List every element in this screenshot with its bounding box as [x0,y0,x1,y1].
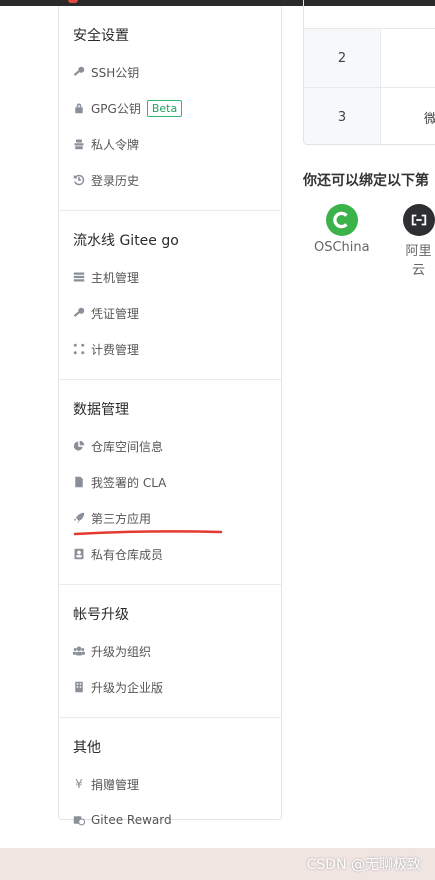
token-icon [73,138,85,150]
sidebar-item-label: 私有仓库成员 [91,547,164,562]
section-data-management: 数据管理 仓库空间信息 我签署的 CLA 第三方应用 私有仓库成员 [59,380,281,585]
reward-icon [73,814,85,826]
sidebar-item-label: 主机管理 [91,270,140,285]
sidebar-item-label: 升级为组织 [91,644,152,659]
sidebar-item-signed-cla[interactable]: 我签署的 CLA [59,464,281,500]
rocket-icon [73,512,85,524]
sidebar-item-label: Gitee Reward [91,813,172,827]
section-title: 其他 [73,740,101,756]
sidebar-item-label: SSH公钥 [91,65,140,80]
app-name: OSChina [314,240,370,255]
table-row: 3 微 [304,87,435,144]
beta-badge: Beta [146,99,183,117]
csdn-watermark: CSDN @无聊极致 [306,857,421,873]
lock-icon [73,102,85,114]
section-title: 安全设置 [73,28,129,44]
nav-accent-mark [68,0,78,3]
sidebar-item-host-management[interactable]: 主机管理 [59,259,281,295]
section-title: 流水线 Gitee go [73,233,179,249]
sidebar-item-login-history[interactable]: 登录历史 [59,162,281,198]
building-icon [73,681,85,693]
section-account-upgrade: 帐号升级 升级为组织 升级为企业版 [59,585,281,718]
users-icon [73,645,85,657]
sidebar-item-label: GPG公钥 [91,101,141,116]
sidebar-item-gpg-key[interactable]: GPG公钥 Beta [59,90,281,126]
key-icon [73,307,85,319]
sidebar-item-label: 捐赠管理 [91,777,140,792]
sidebar-item-donation-management[interactable]: ¥ 捐赠管理 [59,766,281,802]
section-pipeline: 流水线 Gitee go 主机管理 凭证管理 计费管理 [59,211,281,380]
table-row: 2 [304,28,435,87]
sidebar-item-label: 私人令牌 [91,137,140,152]
key-icon [73,66,85,78]
app-name: 阿里云 [405,244,432,278]
settings-sidebar: 安全设置 SSH公钥 GPG公钥 Beta 私人令牌 登录历史 流水线 Gite… [58,6,282,827]
sidebar-item-ssh-key[interactable]: SSH公钥 [59,54,281,90]
section-title: 帐号升级 [73,607,129,623]
sidebar-item-repo-space[interactable]: 仓库空间信息 [59,428,281,464]
sidebar-item-upgrade-enterprise[interactable]: 升级为企业版 [59,669,281,705]
yen-icon: ¥ [75,777,83,791]
sidebar-item-gitee-reward[interactable]: Gitee Reward [59,802,281,838]
sidebar-item-label: 登录历史 [91,173,140,188]
sidebar-item-third-party-apps[interactable]: 第三方应用 [59,500,281,536]
aliyun-logo-icon [402,204,435,236]
sidebar-item-private-repo-members[interactable]: 私有仓库成员 [59,536,281,572]
sidebar-item-label: 我签署的 CLA [91,475,167,490]
sidebar-item-label: 升级为企业版 [91,680,164,695]
row-number: 2 [304,29,381,87]
sidebar-item-label: 计费管理 [91,342,140,357]
bind-app-oschina[interactable]: OSChina [314,204,370,255]
nodes-icon [73,343,85,355]
bound-accounts-table: 2 3 微 [303,0,435,145]
section-security: 安全设置 SSH公钥 GPG公钥 Beta 私人令牌 登录历史 [59,6,281,211]
server-icon [73,271,85,283]
file-icon [73,476,85,488]
section-title: 数据管理 [73,402,129,418]
row-number: 3 [304,88,381,144]
sidebar-item-personal-token[interactable]: 私人令牌 [59,126,281,162]
contact-icon [73,548,85,560]
section-other: 其他 ¥ 捐赠管理 Gitee Reward [59,718,281,850]
pie-icon [73,440,85,452]
oschina-logo-icon [325,204,358,236]
sidebar-item-credential-management[interactable]: 凭证管理 [59,295,281,331]
row-platform: 微 [424,88,435,144]
sidebar-item-label: 凭证管理 [91,306,140,321]
bind-section-title: 你还可以绑定以下第 [303,173,429,189]
sidebar-item-billing-management[interactable]: 计费管理 [59,331,281,367]
bind-app-aliyun[interactable]: 阿里云 [402,204,435,278]
sidebar-item-label: 仓库空间信息 [91,439,164,454]
sidebar-item-upgrade-org[interactable]: 升级为组织 [59,633,281,669]
sidebar-item-label: 第三方应用 [91,511,152,526]
history-icon [73,174,85,186]
